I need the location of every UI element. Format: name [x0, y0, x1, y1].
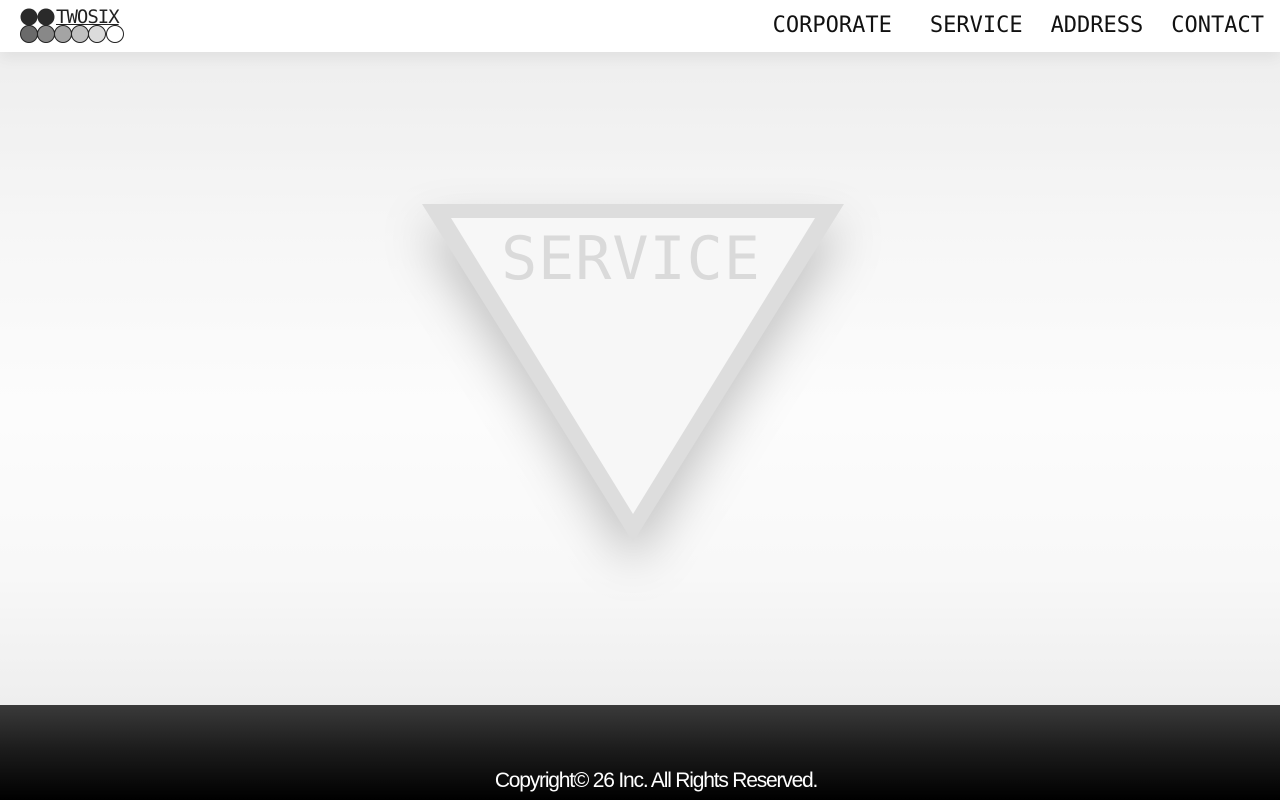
nav-contact[interactable]: CONTACT	[1143, 11, 1264, 41]
logo-wordmark: TWOSIX	[56, 6, 120, 28]
copyright-text: Copyright© 26 Inc. All Rights Reserved.	[494, 769, 819, 792]
nav-address[interactable]: ADDRESS	[1023, 11, 1144, 41]
footer: Copyright© 26 Inc. All Rights Reserved.	[0, 705, 1280, 800]
nav-service[interactable]: SERVICE	[902, 11, 1023, 41]
nav-corporate[interactable]: CORPORATE	[773, 11, 892, 41]
hero-section: SERVICE	[0, 52, 1280, 705]
service-title: SERVICE	[501, 224, 761, 294]
header: TWOSIX CORPORATE SERVICE ADDRESS CONTACT	[0, 0, 1280, 52]
main-nav: CORPORATE SERVICE ADDRESS CONTACT	[773, 11, 1264, 41]
twosix-logo[interactable]: TWOSIX	[20, 6, 130, 45]
